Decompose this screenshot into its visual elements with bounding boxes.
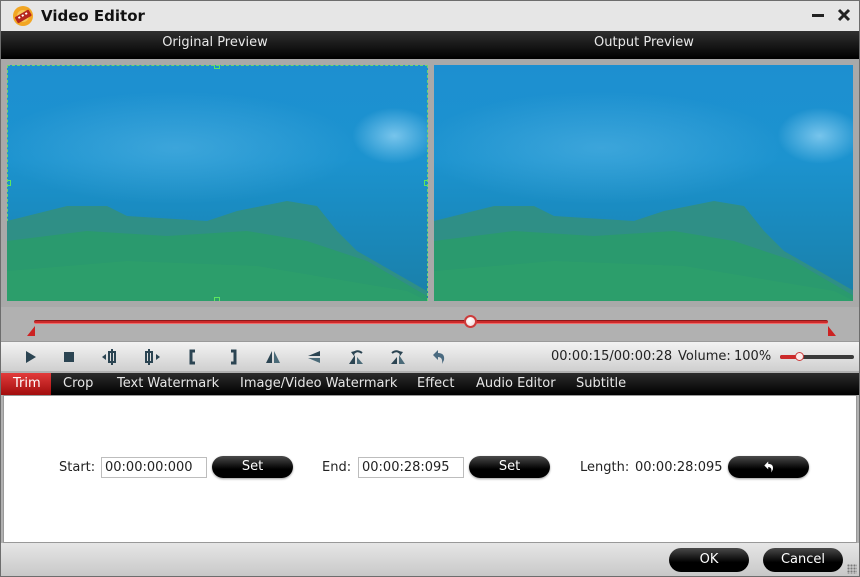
set-end-button[interactable] [223, 347, 243, 367]
crop-handle-bottom[interactable] [214, 297, 220, 301]
stop-icon [64, 352, 74, 362]
title-bar: Video Editor [1, 1, 859, 31]
reset-trim-button[interactable] [728, 456, 809, 478]
preview-header: Original Preview Output Preview [1, 31, 859, 59]
trim-start-marker[interactable] [27, 326, 35, 336]
flip-horizontal-icon [266, 351, 280, 363]
play-button[interactable] [20, 347, 40, 367]
tab-image-video-watermark[interactable]: Image/Video Watermark [228, 373, 409, 395]
crop-handle-left[interactable] [7, 180, 11, 186]
start-label: Start: [59, 460, 96, 475]
minimize-button[interactable] [809, 6, 827, 24]
set-start-button[interactable] [183, 347, 203, 367]
tab-trim[interactable]: Trim [1, 373, 51, 395]
time-readout: 00:00:15/00:00:28 [551, 349, 673, 364]
volume-thumb[interactable] [794, 352, 804, 361]
reset-button[interactable] [429, 347, 449, 367]
rotate-left-button[interactable] [346, 347, 366, 367]
rotate-left-icon [349, 350, 363, 364]
original-video-preview[interactable] [7, 65, 428, 301]
next-frame-button[interactable] [142, 347, 162, 367]
video-frame-scene [434, 201, 853, 301]
undo-icon [763, 461, 773, 473]
resize-grip[interactable] [847, 564, 857, 574]
window-title: Video Editor [41, 7, 145, 25]
play-icon [26, 351, 36, 363]
seek-area [1, 307, 859, 341]
output-preview-label: Output Preview [594, 35, 694, 50]
trim-end-marker[interactable] [828, 326, 836, 336]
video-frame-scene [7, 201, 427, 301]
tab-audio-editor[interactable]: Audio Editor [464, 373, 568, 395]
original-preview-label: Original Preview [162, 35, 268, 50]
length-value: 00:00:28:095 [635, 460, 723, 475]
trim-panel: Start: Set End: Set Length: 00:00:28:095 [3, 395, 857, 543]
right-bracket-icon [231, 349, 237, 365]
set-end-time-button[interactable]: Set [469, 456, 550, 478]
film-reel-icon [13, 6, 33, 26]
preview-area [1, 59, 859, 307]
dialog-footer: OK Cancel [1, 543, 859, 576]
volume-value: 100% [734, 349, 772, 364]
video-editor-window: Video Editor Original Preview Output Pre… [0, 0, 860, 577]
playback-toolbar: 00:00:15/00:00:28 Volume: 100% [1, 341, 859, 371]
rotate-right-button[interactable] [388, 347, 408, 367]
close-icon [837, 8, 851, 22]
crop-handle-top[interactable] [214, 65, 220, 69]
tab-text-watermark[interactable]: Text Watermark [105, 373, 231, 395]
next-frame-icon [145, 349, 160, 365]
tab-crop[interactable]: Crop [51, 373, 105, 395]
crop-handle-right[interactable] [424, 180, 428, 186]
minimize-icon [812, 14, 824, 17]
editor-tabs: Trim Crop Text Watermark Image/Video Wat… [1, 373, 859, 395]
stop-button[interactable] [59, 347, 79, 367]
tab-effect[interactable]: Effect [405, 373, 466, 395]
undo-icon [433, 350, 445, 364]
flip-horizontal-button[interactable] [263, 347, 283, 367]
end-label: End: [322, 460, 352, 475]
left-bracket-icon [189, 349, 195, 365]
volume-slider[interactable] [780, 352, 854, 361]
rotate-right-icon [391, 350, 405, 364]
start-time-input[interactable] [101, 457, 207, 478]
previous-frame-button[interactable] [100, 347, 120, 367]
previous-frame-icon [102, 349, 116, 365]
seek-bar[interactable] [34, 320, 828, 324]
set-start-time-button[interactable]: Set [212, 456, 293, 478]
seek-thumb[interactable] [463, 315, 477, 328]
volume-label: Volume: [678, 349, 731, 364]
tab-subtitle[interactable]: Subtitle [564, 373, 638, 395]
flip-vertical-icon [308, 351, 320, 363]
end-time-input[interactable] [358, 457, 464, 478]
ok-button[interactable]: OK [669, 548, 749, 572]
close-button[interactable] [835, 6, 853, 24]
flip-vertical-button[interactable] [304, 347, 324, 367]
output-video-preview [434, 65, 853, 301]
cancel-button[interactable]: Cancel [763, 548, 843, 572]
length-label: Length: [580, 460, 630, 475]
